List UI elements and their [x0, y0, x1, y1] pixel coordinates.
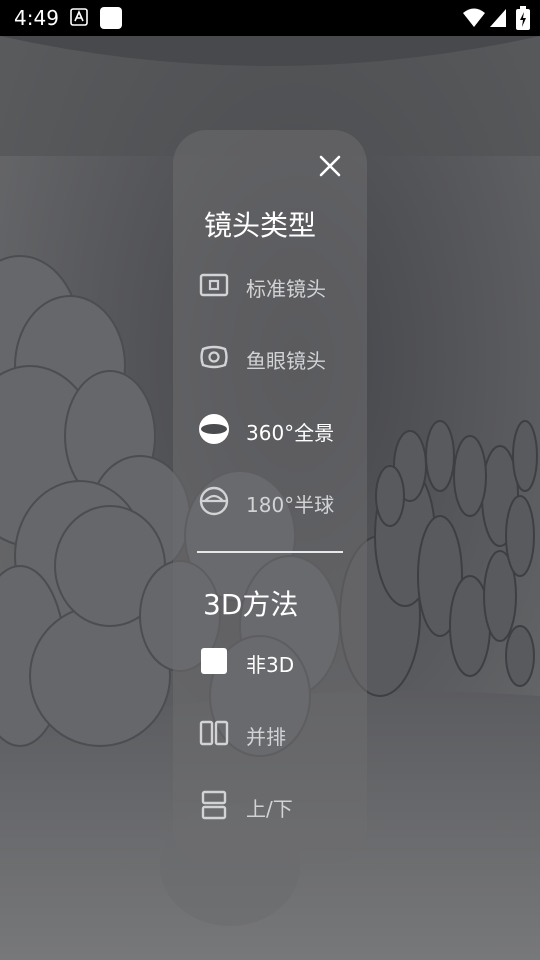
lens-option-fisheye[interactable]: 鱼眼镜头: [196, 335, 356, 379]
method-option-top-bottom[interactable]: 上/下: [196, 783, 356, 827]
lens-option-label: 180°半球: [246, 493, 335, 517]
battery-charging-icon: [516, 6, 530, 30]
standard-lens-icon: [199, 273, 229, 297]
hemisphere-180-icon: [199, 486, 229, 516]
method-option-non-3d[interactable]: 非3D: [196, 639, 356, 683]
method-option-label: 上/下: [246, 797, 293, 821]
status-time: 4:49: [14, 6, 59, 30]
lens-option-360[interactable]: 360°全景: [196, 407, 356, 451]
3d-method-title: 3D方法: [203, 588, 299, 621]
method-option-label: 并排: [246, 725, 286, 749]
keyboard-a-icon: [70, 8, 88, 26]
app-notification-icon: [100, 7, 122, 29]
lens-option-standard[interactable]: 标准镜头: [196, 263, 356, 307]
panorama-360-icon: [199, 414, 229, 444]
non-3d-icon: [201, 648, 227, 674]
close-icon[interactable]: [312, 148, 348, 184]
method-option-side-by-side[interactable]: 并排: [196, 711, 356, 755]
signal-icon: [490, 9, 506, 27]
status-bar: 4:49: [0, 0, 540, 36]
side-by-side-icon: [199, 720, 229, 746]
wifi-icon: [463, 8, 485, 27]
section-divider: [197, 551, 343, 553]
lens-option-label: 鱼眼镜头: [246, 349, 326, 373]
lens-option-180[interactable]: 180°半球: [196, 479, 356, 523]
method-option-label: 非3D: [246, 653, 295, 677]
lens-option-label: 标准镜头: [246, 277, 326, 301]
top-bottom-icon: [201, 790, 227, 820]
lens-type-title: 镜头类型: [204, 209, 317, 242]
fisheye-lens-icon: [200, 345, 228, 369]
lens-option-label: 360°全景: [246, 421, 335, 445]
